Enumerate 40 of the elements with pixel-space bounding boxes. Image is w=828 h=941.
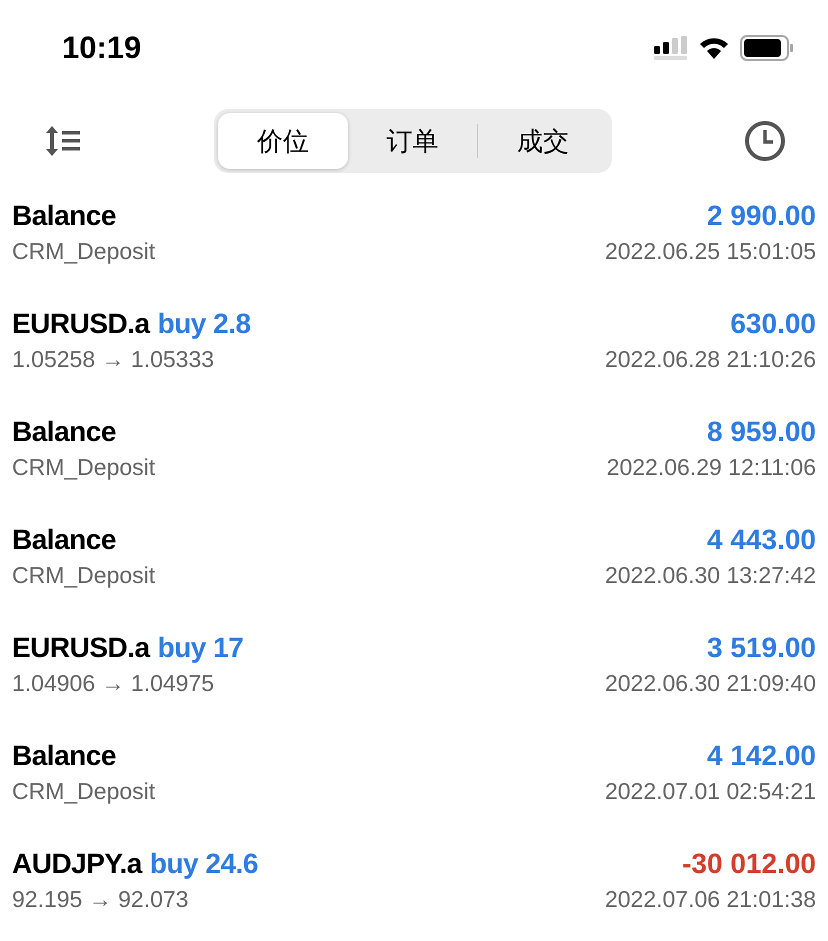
trade-text: buy 2.8 [158,308,251,340]
time-text: 2022.06.29 12:11:06 [606,454,816,481]
comment-text: CRM_Deposit [12,778,156,805]
profit-text: 8 959.00 [707,416,816,448]
trade-text: buy 17 [158,632,244,664]
wifi-icon [698,36,730,60]
tab[interactable]: 价位 [218,113,348,169]
profit-text: 630.00 [730,308,816,340]
profit-text: -30 012.00 [682,848,816,880]
profit-text: 4 443.00 [707,524,816,556]
symbol-text: Balance [12,740,116,772]
profit-text: 4 142.00 [707,740,816,772]
time-text: 2022.06.25 15:01:05 [604,238,816,265]
clock-icon[interactable] [744,120,786,162]
sort-icon[interactable] [44,124,82,158]
time-text: 2022.06.30 13:27:42 [604,562,816,589]
comment-text: CRM_Deposit [12,238,156,265]
trade-text: buy 24.6 [150,848,258,880]
comment-text: 92.195 → 92.073 [12,886,188,913]
signal-icon [654,36,688,60]
symbol-text: Balance [12,200,116,232]
time-text: 2022.07.06 21:01:38 [604,886,816,913]
comment-text: CRM_Deposit [12,454,156,481]
battery-icon [740,35,794,61]
comment-text: CRM_Deposit [12,562,156,589]
comment-text: 1.04906 → 1.04975 [12,670,214,697]
time-text: 2022.06.28 21:10:26 [604,346,816,373]
tab[interactable]: 订单 [348,113,478,169]
time-text: 2022.06.30 21:09:40 [604,670,816,697]
symbol-text: EURUSD.a [12,308,150,340]
tab[interactable]: 成交 [478,113,608,169]
profit-text: 2 990.00 [707,200,816,232]
symbol-text: Balance [12,416,116,448]
symbol-text: AUDJPY.a [12,848,142,880]
symbol-text: Balance [12,524,116,556]
time-text: 2022.07.01 02:54:21 [604,778,816,805]
status-time: 10:19 [62,30,142,66]
comment-text: 1.05258 → 1.05333 [12,346,214,373]
profit-text: 3 519.00 [707,632,816,664]
symbol-text: EURUSD.a [12,632,150,664]
